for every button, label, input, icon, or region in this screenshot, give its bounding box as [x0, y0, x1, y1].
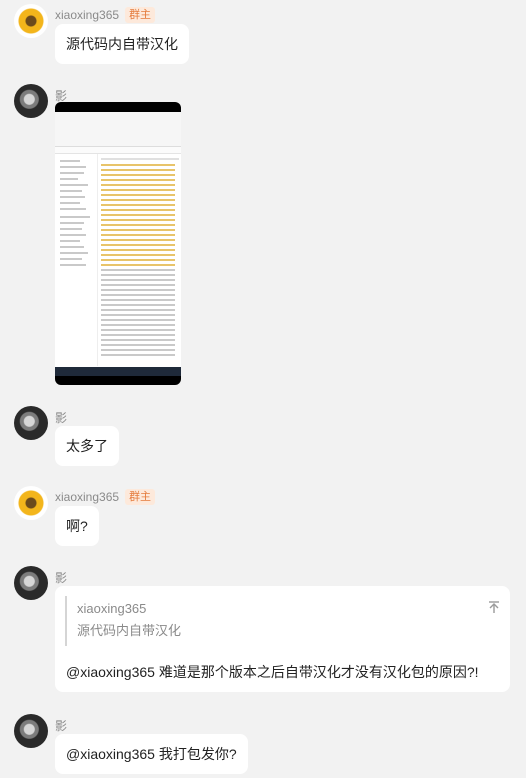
avatar[interactable]	[14, 566, 48, 600]
explorer-sidebar	[55, 154, 98, 366]
sender-name[interactable]: 影	[55, 409, 67, 426]
quoted-sender: xiaoxing365	[77, 601, 147, 616]
avatar[interactable]	[14, 406, 48, 440]
message-text: @xiaoxing365 难道是那个版本之后自带汉化才没有汉化包的原因?!	[66, 664, 479, 680]
sender-row: 影	[55, 87, 67, 103]
message-text: @xiaoxing365 我打包发你?	[66, 746, 237, 762]
message-text: 源代码内自带汉化	[66, 36, 178, 52]
sender-name[interactable]: 影	[55, 717, 67, 734]
avatar[interactable]	[14, 714, 48, 748]
arrow-up-to-top-icon[interactable]	[487, 600, 501, 614]
sender-row: 影	[55, 409, 67, 425]
avatar[interactable]	[14, 84, 48, 118]
sender-row: xiaoxing365 群主	[55, 7, 156, 23]
screenshot-image[interactable]	[55, 102, 181, 385]
sender-name[interactable]: 影	[55, 87, 67, 104]
message-bubble[interactable]: 太多了	[55, 426, 119, 466]
message-bubble[interactable]: 源代码内自带汉化	[55, 24, 189, 64]
quoted-message[interactable]: xiaoxing365 源代码内自带汉化	[65, 596, 501, 646]
sender-name[interactable]: xiaoxing365	[55, 490, 119, 504]
message-bubble[interactable]: @xiaoxing365 我打包发你?	[55, 734, 248, 774]
message-bubble[interactable]: xiaoxing365 源代码内自带汉化 @xiaoxing365 难道是那个版…	[55, 586, 510, 692]
sender-name[interactable]: xiaoxing365	[55, 8, 119, 22]
owner-badge: 群主	[125, 7, 156, 23]
screenshot-content	[55, 112, 181, 376]
avatar[interactable]	[14, 4, 48, 38]
explorer-ribbon	[55, 112, 181, 147]
sender-name[interactable]: 影	[55, 569, 67, 586]
message-bubble[interactable]: 啊?	[55, 506, 99, 546]
avatar[interactable]	[14, 486, 48, 520]
message-text: 太多了	[66, 438, 108, 454]
explorer-address-bar	[55, 147, 181, 154]
explorer-file-list	[99, 154, 181, 366]
owner-badge: 群主	[125, 489, 156, 505]
message-text: 啊?	[66, 518, 88, 534]
sender-row: xiaoxing365 群主	[55, 489, 156, 505]
sender-row: 影	[55, 717, 67, 733]
windows-taskbar	[55, 367, 181, 376]
sender-row: 影	[55, 569, 67, 585]
quoted-text: 源代码内自带汉化	[77, 623, 182, 638]
